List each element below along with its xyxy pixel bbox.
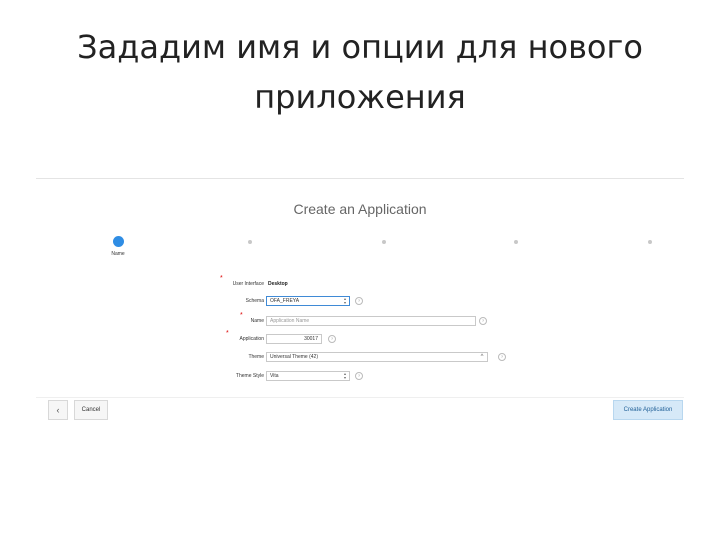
form-row-application: * Application 30017 ? xyxy=(36,330,684,346)
user-interface-label: User Interface xyxy=(232,281,264,287)
required-marker: * xyxy=(240,312,243,319)
wizard-step-1[interactable] xyxy=(113,236,124,247)
wizard-step-1-label: Name xyxy=(111,251,125,257)
form-row-user-interface: * User Interface Desktop xyxy=(36,275,684,291)
wizard-step-5[interactable] xyxy=(648,240,652,244)
help-icon[interactable]: ? xyxy=(328,335,336,343)
help-icon[interactable]: ? xyxy=(498,353,506,361)
theme-style-label: Theme Style xyxy=(235,373,264,379)
name-input[interactable]: Application Name xyxy=(266,316,476,326)
slide-title-line-2: приложения xyxy=(254,78,466,116)
user-interface-value: Desktop xyxy=(268,281,288,287)
back-button[interactable]: ‹ xyxy=(48,400,68,420)
form-row-schema: Schema OFA_FREYA ▴ ▾ ? xyxy=(36,296,684,308)
wizard-progress: Name xyxy=(36,236,684,257)
wizard-title: Create an Application xyxy=(293,201,427,217)
theme-label: Theme xyxy=(248,354,264,360)
schema-label: Schema xyxy=(245,298,264,304)
application-id-value: 30017 xyxy=(304,336,318,342)
select-arrows-icon: ▴ ▾ xyxy=(343,296,346,305)
theme-value: Universal Theme (42) xyxy=(270,354,318,360)
help-icon[interactable]: ? xyxy=(479,317,487,325)
app-screenshot: Create an Application Name * User Interf… xyxy=(36,178,684,429)
schema-select[interactable]: OFA_FREYA ▴ ▾ xyxy=(266,296,350,306)
name-label: Name xyxy=(250,318,264,324)
theme-style-select[interactable]: Vita ▴ ▾ xyxy=(266,371,350,381)
wizard-footer: ‹ Cancel Create Application xyxy=(36,397,684,420)
required-marker: * xyxy=(226,330,229,337)
form-row-name: * Name Application Name ? xyxy=(36,312,684,328)
application-id-input[interactable]: 30017 xyxy=(266,334,322,344)
create-application-button[interactable]: Create Application xyxy=(613,400,683,420)
help-icon[interactable]: ? xyxy=(355,297,363,305)
required-marker: * xyxy=(220,275,223,282)
form-row-theme-style: Theme Style Vita ▴ ▾ ? xyxy=(36,371,684,383)
select-arrows-icon: ▴ ▾ xyxy=(343,371,346,380)
schema-value: OFA_FREYA xyxy=(270,298,300,304)
wizard-step-3[interactable] xyxy=(382,240,386,244)
chevron-left-icon: ‹ xyxy=(56,405,60,415)
slide-title-line-1: Зададим имя и опции для нового xyxy=(77,28,643,66)
application-label: Application xyxy=(239,336,264,342)
wizard-step-2[interactable] xyxy=(248,240,252,244)
help-icon[interactable]: ? xyxy=(355,372,363,380)
wizard-step-4[interactable] xyxy=(514,240,518,244)
chevron-up-icon: ^ xyxy=(480,354,484,360)
slide-title: Зададим имя и опции для нового приложени… xyxy=(40,22,680,122)
theme-style-value: Vita xyxy=(270,373,279,379)
cancel-button[interactable]: Cancel xyxy=(74,400,108,420)
name-placeholder: Application Name xyxy=(270,318,310,324)
form-row-theme: Theme Universal Theme (42) ^ ? xyxy=(36,352,684,364)
theme-select[interactable]: Universal Theme (42) ^ xyxy=(266,352,488,362)
